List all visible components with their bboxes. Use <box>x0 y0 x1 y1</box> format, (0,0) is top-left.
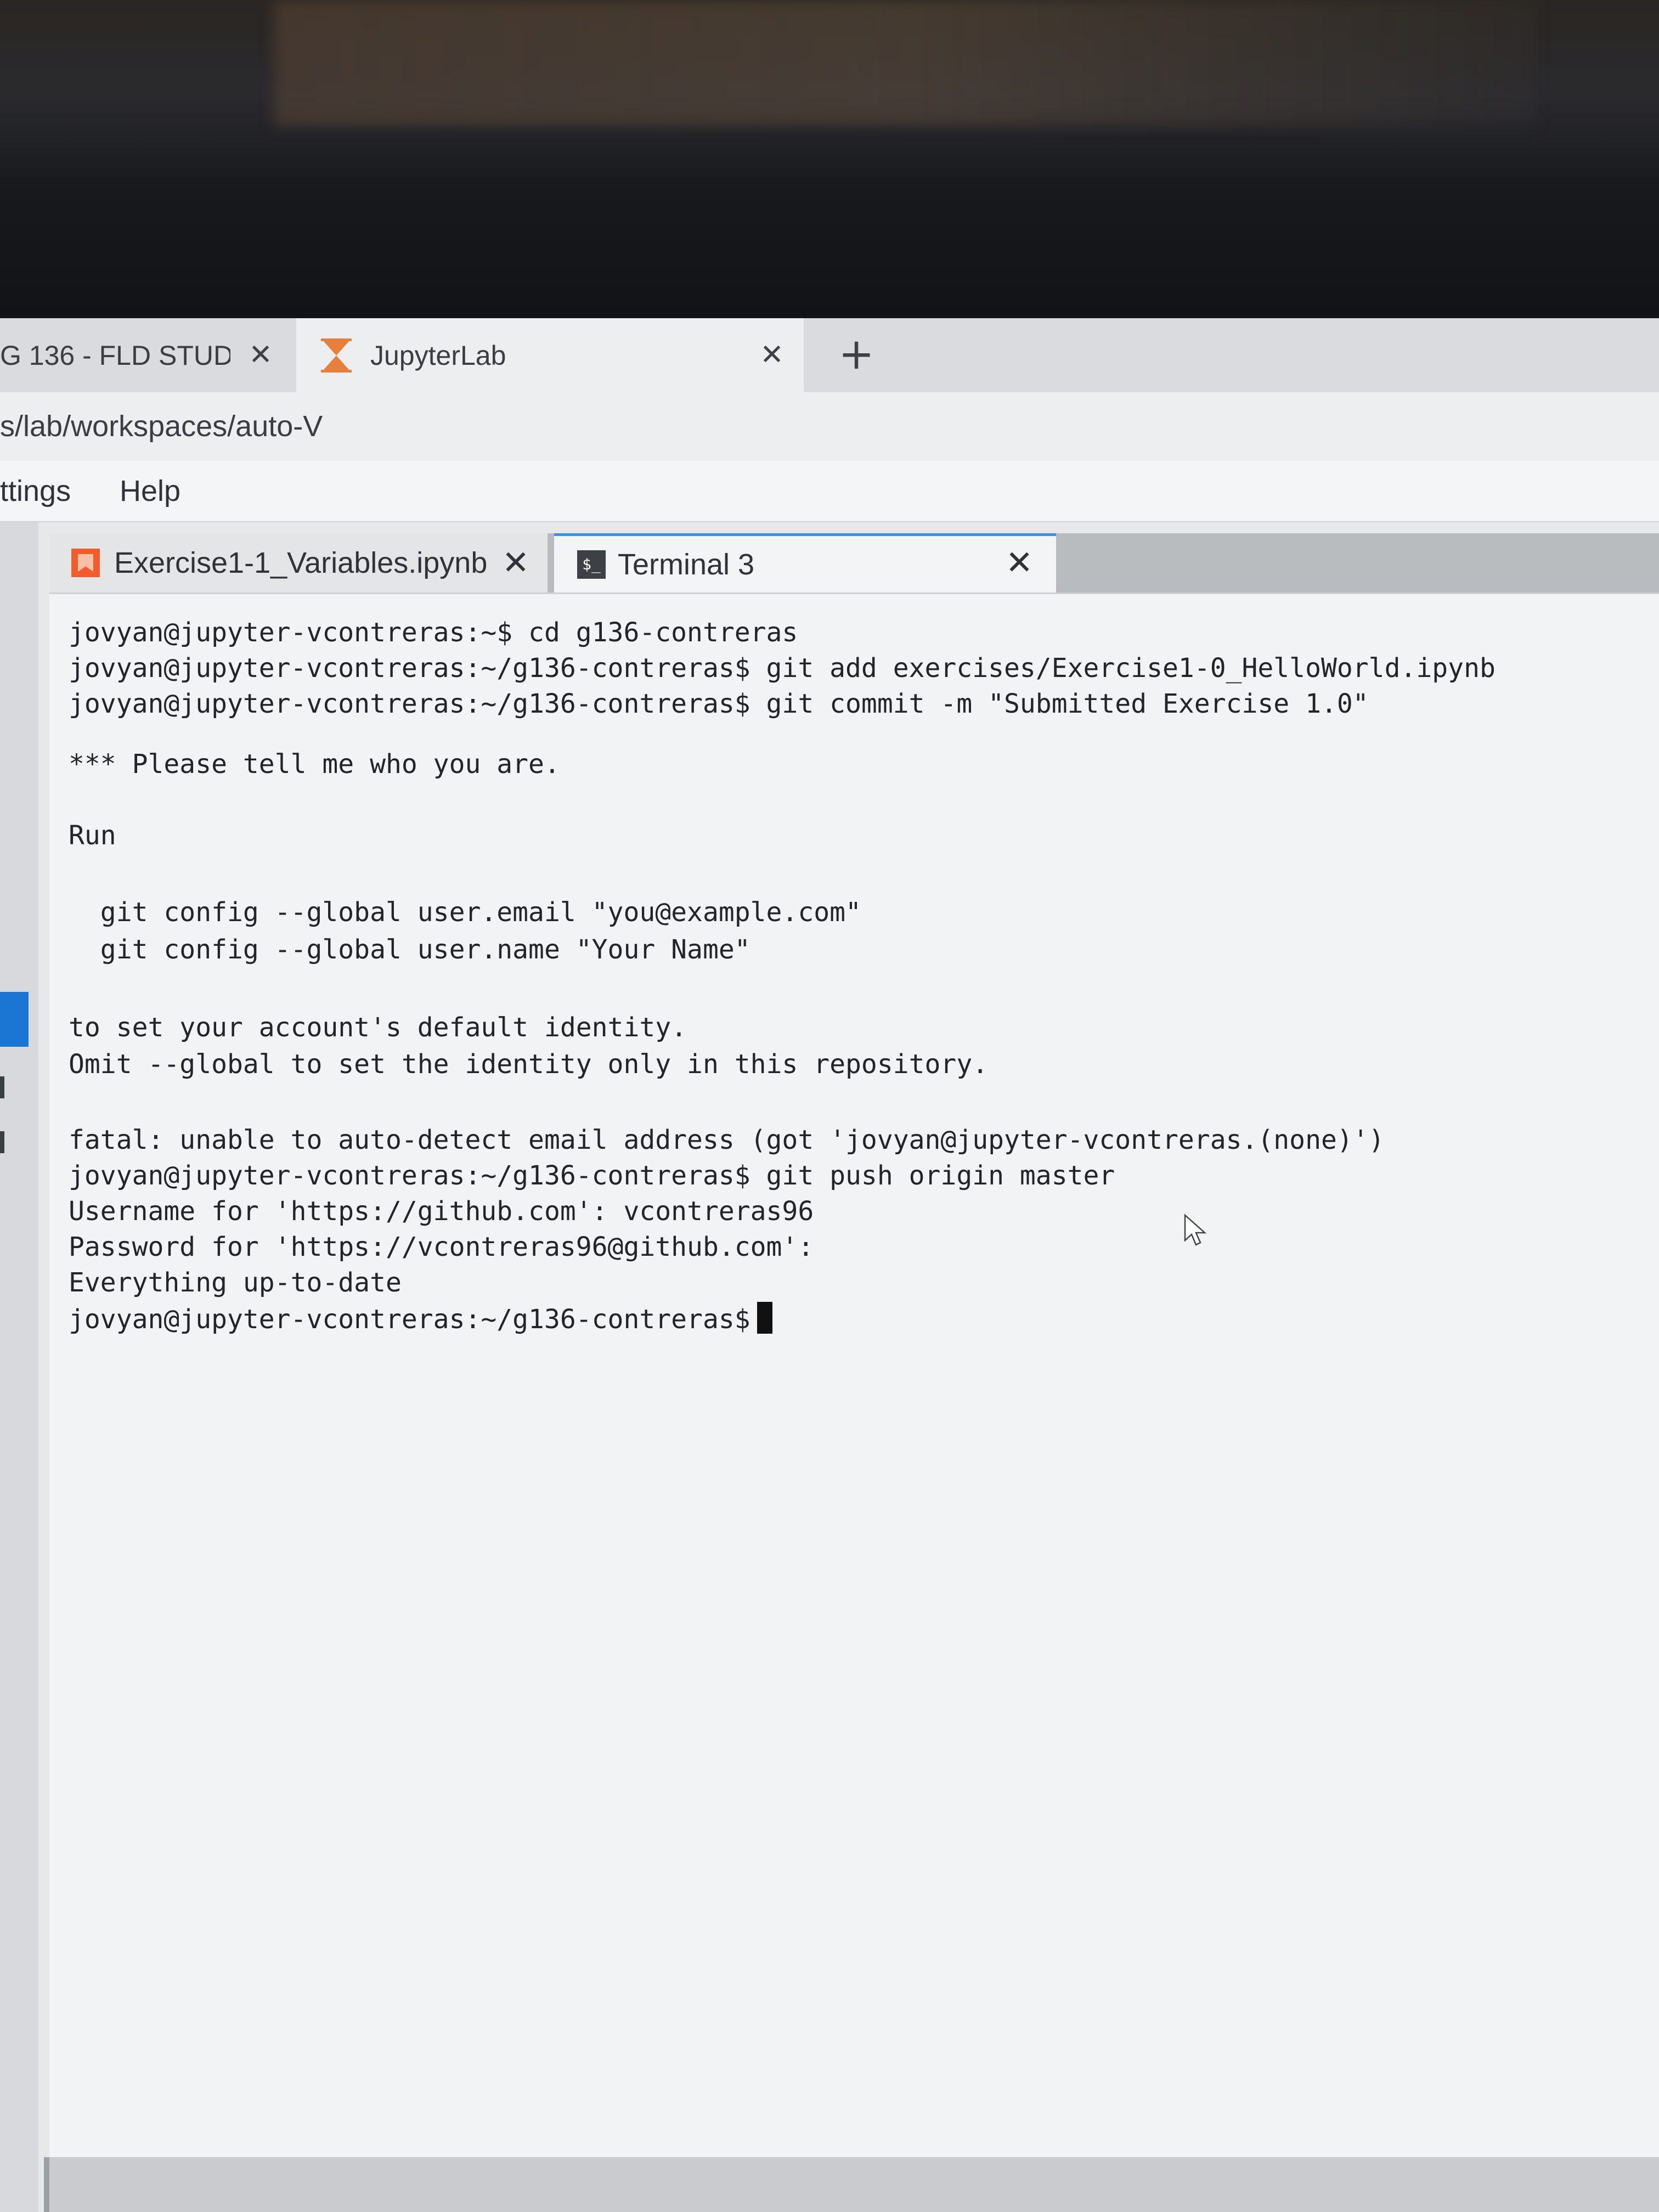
browser-tab-title: JupyterLab <box>370 340 506 371</box>
sidebar-marker[interactable] <box>0 1076 4 1098</box>
document-tab-bar: Exercise1-1_Variables.ipynb ✕ $_ Termina… <box>49 533 1659 592</box>
new-tab-button[interactable]: + <box>837 333 876 376</box>
browser-tab-title: G 136 - FLD STUDIES <box>0 340 230 371</box>
close-icon[interactable]: ✕ <box>246 340 275 370</box>
terminal-line: jovyan@jupyter-vcontreras:~/g136-contrer… <box>69 689 1369 719</box>
backdrop-glow <box>274 0 1536 126</box>
notebook-icon <box>71 549 100 577</box>
address-bar: s/lab/workspaces/auto-V <box>0 392 1659 461</box>
mouse-pointer-icon <box>1184 1214 1207 1246</box>
window-frame-edge <box>44 2157 49 2212</box>
terminal-line: git config --global user.name "Your Name… <box>69 934 751 965</box>
url-field[interactable]: s/lab/workspaces/auto-V <box>0 392 323 461</box>
terminal-line: Username for 'https://github.com': vcont… <box>69 1196 814 1227</box>
tab-label: Exercise1-1_Variables.ipynb <box>114 546 488 579</box>
terminal-line: Everything up-to-date <box>69 1267 402 1298</box>
terminal-line: git config --global user.email "you@exam… <box>69 897 861 928</box>
terminal-line: Omit --global to set the identity only i… <box>69 1049 989 1080</box>
menu-help[interactable]: Help <box>120 461 180 521</box>
status-bar <box>49 2157 1659 2212</box>
terminal-line: Run <box>69 820 116 851</box>
browser-tab-jupyterlab[interactable]: JupyterLab <box>296 318 804 392</box>
close-icon[interactable]: ✕ <box>757 340 787 370</box>
terminal-line: Password for 'https://vcontreras96@githu… <box>69 1232 814 1262</box>
terminal-icon: $_ <box>577 550 606 579</box>
terminal-prompt: jovyan@jupyter-vcontreras:~/g136-contrer… <box>69 1304 751 1335</box>
tab-label: Terminal 3 <box>618 548 755 581</box>
sidebar-marker[interactable] <box>0 1131 4 1153</box>
photo-backdrop <box>0 0 1659 318</box>
menu-settings[interactable]: ttings <box>0 461 71 521</box>
terminal-line: jovyan@jupyter-vcontreras:~/g136-contrer… <box>69 1160 1115 1191</box>
close-icon[interactable]: ✕ <box>1003 546 1036 579</box>
terminal-line: jovyan@jupyter-vcontreras:~$ cd g136-con… <box>69 617 798 648</box>
jupyterlab-menubar: ttings Help <box>0 461 1659 522</box>
terminal-prompt-line: jovyan@jupyter-vcontreras:~/g136-contrer… <box>69 1302 772 1335</box>
terminal-line: jovyan@jupyter-vcontreras:~/g136-contrer… <box>69 653 1496 684</box>
close-icon[interactable]: ✕ <box>499 546 532 579</box>
tab-terminal[interactable]: $_ Terminal 3 <box>554 533 1056 592</box>
jupyter-favicon-icon <box>321 338 352 373</box>
terminal-line: *** Please tell me who you are. <box>69 749 560 780</box>
terminal-line: fatal: unable to auto-detect email addre… <box>69 1125 1385 1155</box>
terminal-cursor <box>757 1302 772 1334</box>
browser-window: G 136 - FLD STUDIES ✕ JupyterLab ✕ + s/l… <box>0 318 1659 2212</box>
terminal-line: to set your account's default identity. <box>69 1012 687 1043</box>
left-sidebar <box>0 522 38 2212</box>
tab-notebook[interactable]: Exercise1-1_Variables.ipynb <box>49 533 548 592</box>
terminal-panel[interactable]: jovyan@jupyter-vcontreras:~$ cd g136-con… <box>49 592 1659 2159</box>
browser-tab-strip: G 136 - FLD STUDIES ✕ JupyterLab ✕ + <box>0 318 1659 392</box>
sidebar-active-item[interactable] <box>0 992 29 1047</box>
